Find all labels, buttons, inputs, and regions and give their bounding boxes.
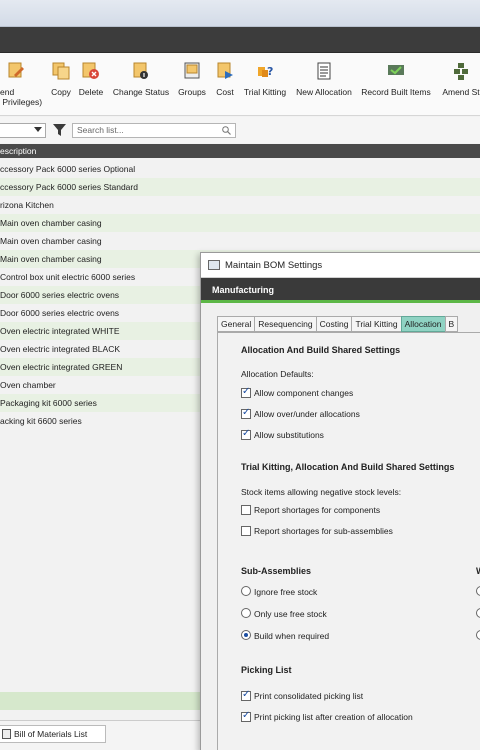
window-titlebar xyxy=(0,0,480,27)
window-icon xyxy=(208,260,220,270)
allocation-defaults-label: Allocation Defaults: xyxy=(241,369,314,379)
allow-substitutions-checkbox[interactable] xyxy=(241,428,251,440)
allocation-build-shared-title: Allocation And Build Shared Settings xyxy=(241,345,401,355)
right-option-2-radio[interactable] xyxy=(476,608,480,618)
bill-of-materials-tab[interactable]: Bill of Materials List xyxy=(0,725,106,743)
trial-kitting-shared-title: Trial Kitting, Allocation And Build Shar… xyxy=(241,462,455,472)
report-shortages-components-checkbox[interactable] xyxy=(241,505,251,515)
right-option-1-radio[interactable] xyxy=(476,586,480,596)
right-column-title: W xyxy=(476,566,480,576)
filter-combo[interactable] xyxy=(0,123,46,138)
list-item[interactable]: ccessory Pack 6000 series Standard xyxy=(0,178,480,196)
groups-label: Groups xyxy=(178,87,206,97)
tab-general[interactable]: General xyxy=(217,316,256,332)
tab-resequencing[interactable]: Resequencing xyxy=(254,316,317,332)
print-consolidated-label: Print consolidated picking list xyxy=(254,691,364,701)
list-item[interactable]: Main oven chamber casing xyxy=(0,214,480,232)
description-column-header[interactable]: escription xyxy=(0,144,480,158)
delete-icon xyxy=(81,61,101,81)
sub-assemblies-title: Sub-Assemblies xyxy=(241,566,312,576)
filter-bar: Search list... xyxy=(0,117,480,143)
search-placeholder: Search list... xyxy=(77,125,124,135)
negative-stock-label: Stock items allowing negative stock leve… xyxy=(241,487,402,497)
list-item[interactable]: rizona Kitchen xyxy=(0,196,480,214)
ignore-free-stock-label: Ignore free stock xyxy=(254,587,318,597)
ignore-free-stock-radio[interactable] xyxy=(241,586,251,596)
svg-text:?: ? xyxy=(267,65,273,78)
cost-icon xyxy=(215,61,235,81)
only-use-free-stock-radio[interactable] xyxy=(241,608,251,618)
only-use-free-stock-label: Only use free stock xyxy=(254,609,327,619)
new-allocation-button[interactable]: New Allocation xyxy=(292,53,356,116)
tab-costing[interactable]: Costing xyxy=(315,316,353,332)
tab-allocation[interactable]: Allocation xyxy=(400,316,446,332)
list-item[interactable]: Main oven chamber casing xyxy=(0,232,480,250)
allow-component-changes-checkbox[interactable] xyxy=(241,386,251,398)
list-icon xyxy=(2,729,11,739)
record-built-items-button[interactable]: Record Built Items xyxy=(359,53,433,116)
report-shortages-components-label: Report shortages for components xyxy=(254,505,381,515)
new-allocation-label: New Allocation xyxy=(296,87,352,97)
trial-kitting-button[interactable]: ? Trial Kitting xyxy=(240,53,290,116)
bill-of-materials-tab-label: Bill of Materials List xyxy=(14,729,88,739)
allow-over-under-label: Allow over/under allocations xyxy=(254,409,360,419)
right-option-3-radio[interactable] xyxy=(476,630,480,640)
tab-trial-kitting[interactable]: Trial Kitting xyxy=(351,316,402,332)
toolbar: end Privileges) Copy Delete Change Statu… xyxy=(0,53,480,116)
allow-over-under-checkbox[interactable] xyxy=(241,407,251,419)
amend-privileges-button[interactable]: end Privileges) xyxy=(0,53,43,116)
tab-more[interactable]: B xyxy=(444,316,459,332)
amend-label-line1: end Privileges) xyxy=(0,87,43,107)
app-header-bar xyxy=(0,27,480,53)
list-item[interactable]: ccessory Pack 6000 series Optional xyxy=(0,160,480,178)
build-when-required-label: Build when required xyxy=(254,631,330,641)
maintain-bom-settings-dialog: Maintain BOM Settings Manufacturing Gene… xyxy=(200,252,480,750)
copy-label: Copy xyxy=(51,87,71,97)
trial-kitting-label: Trial Kitting xyxy=(243,87,287,97)
amend-stock-button[interactable]: Amend St xyxy=(436,53,480,116)
groups-icon xyxy=(182,61,202,81)
search-input[interactable]: Search list... xyxy=(72,123,236,138)
report-shortages-subassemblies-label: Report shortages for sub-assemblies xyxy=(254,526,393,536)
list-footer-bar xyxy=(0,692,200,710)
record-built-items-icon xyxy=(386,61,406,81)
copy-button[interactable]: Copy xyxy=(48,53,74,116)
amend-stock-icon xyxy=(451,61,471,81)
delete-button[interactable]: Delete xyxy=(76,53,106,116)
new-allocation-icon xyxy=(314,61,334,81)
print-consolidated-checkbox[interactable] xyxy=(241,689,251,701)
amend-privileges-icon xyxy=(6,61,26,81)
change-status-icon xyxy=(131,61,151,81)
allocation-panel: Allocation And Build Shared Settings All… xyxy=(217,332,480,750)
change-status-label: Change Status xyxy=(112,87,170,97)
change-status-button[interactable]: Change Status xyxy=(109,53,173,116)
dialog-titlebar[interactable]: Maintain BOM Settings xyxy=(201,253,480,278)
report-shortages-subassemblies-checkbox[interactable] xyxy=(241,526,251,536)
cost-button[interactable]: Cost xyxy=(212,53,238,116)
copy-icon xyxy=(51,61,71,81)
trial-kitting-icon: ? xyxy=(255,61,275,81)
filter-icon[interactable] xyxy=(52,123,67,137)
groups-button[interactable]: Groups xyxy=(175,53,209,116)
print-after-allocation-label: Print picking list after creation of all… xyxy=(254,712,413,722)
build-when-required-radio[interactable] xyxy=(241,630,251,640)
picking-list-title: Picking List xyxy=(241,665,292,675)
delete-label: Delete xyxy=(78,87,104,97)
amend-stock-label: Amend St xyxy=(442,87,480,97)
record-built-items-label: Record Built Items xyxy=(361,87,431,97)
cost-label: Cost xyxy=(216,87,234,97)
allow-component-changes-label: Allow component changes xyxy=(254,388,354,398)
allow-substitutions-label: Allow substitutions xyxy=(254,430,324,440)
dialog-title: Maintain BOM Settings xyxy=(225,260,323,271)
chevron-down-icon xyxy=(34,127,42,132)
print-after-allocation-checkbox[interactable] xyxy=(241,710,251,722)
dialog-section-header: Manufacturing xyxy=(201,278,480,303)
settings-tabs: General Resequencing Costing Trial Kitting A… xyxy=(217,316,459,332)
search-icon[interactable] xyxy=(222,126,231,135)
